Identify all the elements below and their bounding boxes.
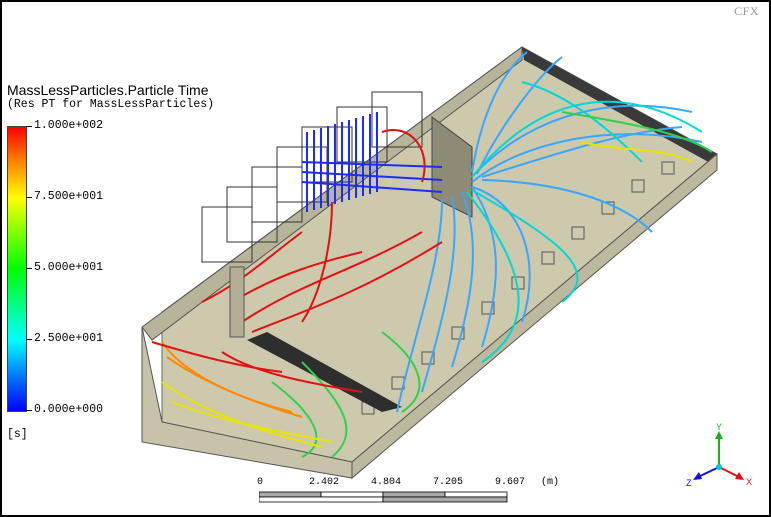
- scale-label: 2.402: [309, 477, 340, 488]
- axis-triad[interactable]: Y X Z: [684, 422, 754, 492]
- window-frame: CFX MassLessParticles.Particle Time (Res…: [0, 0, 771, 517]
- scale-unit: (m): [541, 477, 560, 488]
- scale-bar-graphic: [259, 491, 508, 503]
- streamline-render: [141, 46, 718, 480]
- legend-tick-label: 5.000e+001: [34, 261, 104, 274]
- legend-tick-label: 0.000e+000: [34, 403, 104, 416]
- axis-label-z: Z: [686, 478, 692, 488]
- legend-tick-mark: [26, 197, 32, 198]
- legend-tick-label: 1.000e+002: [34, 119, 104, 132]
- scale-label: 4.804: [371, 477, 402, 488]
- axis-label-y: Y: [716, 422, 722, 432]
- support-column: [229, 266, 245, 338]
- legend-tick-mark: [26, 410, 32, 411]
- legend-title: MassLessParticles.Particle Time: [7, 82, 209, 98]
- scale-label: 0: [257, 477, 264, 488]
- legend-tick-mark: [26, 339, 32, 340]
- cfx-logo: CFX: [734, 4, 759, 18]
- axis-triad-graphic: Y X Z: [686, 422, 752, 488]
- 3d-viewport[interactable]: CFX MassLessParticles.Particle Time (Res…: [2, 2, 769, 515]
- legend-tick-label: 2.500e+001: [34, 332, 104, 345]
- legend-subtitle: (Res PT for MassLessParticles): [7, 98, 215, 111]
- legend-unit: [s]: [7, 428, 28, 441]
- scale-label: 7.205: [433, 477, 464, 488]
- scale-label: 9.607: [495, 477, 526, 488]
- legend-tick-mark: [26, 268, 32, 269]
- legend-tick-label: 7.500e+001: [34, 190, 104, 203]
- legend-tick-mark: [26, 126, 32, 127]
- axis-label-x: X: [746, 477, 752, 487]
- legend-colorbar: [7, 126, 27, 412]
